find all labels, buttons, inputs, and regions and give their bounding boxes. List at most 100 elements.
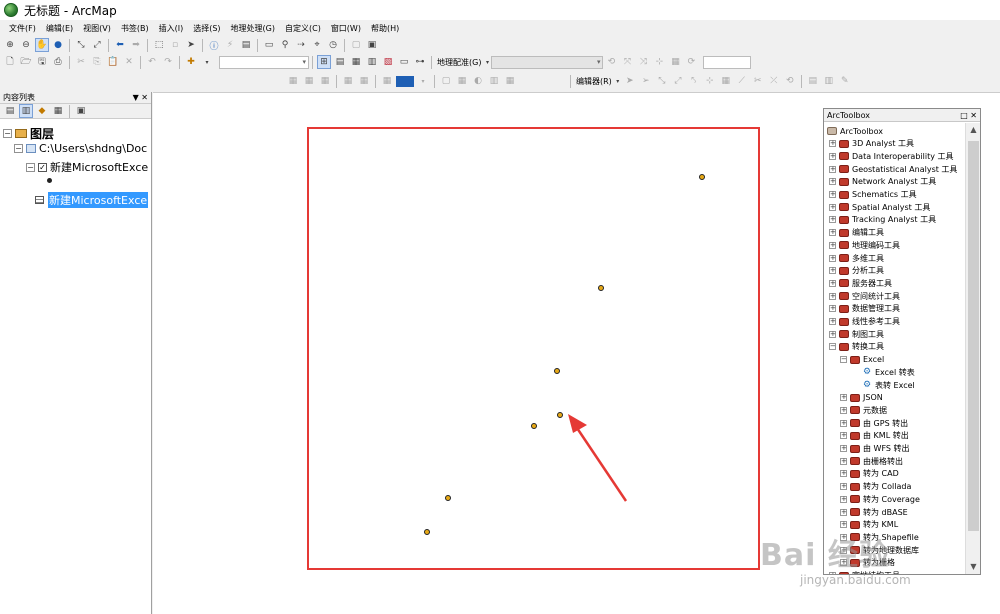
add-control-points-icon[interactable]: ⊹ (652, 55, 666, 69)
redo-icon[interactable]: ↷ (161, 55, 175, 69)
collapse-icon[interactable]: − (840, 356, 847, 364)
georeferencing-dropdown-icon[interactable]: ▾ (484, 55, 490, 69)
draw-shape-icon[interactable]: ▦ (341, 74, 355, 88)
layout-pan-icon[interactable]: ▦ (318, 74, 332, 88)
toolset-item[interactable]: + 数据管理工具 (829, 303, 900, 315)
expand-icon[interactable]: + (829, 279, 836, 287)
expand-icon[interactable]: + (829, 216, 836, 224)
effects-icon[interactable]: ◐ (471, 74, 485, 88)
georeferencing-layer-dropdown[interactable]: ▾ (491, 55, 604, 69)
toolset-item[interactable]: + 转为 CAD (840, 468, 899, 480)
toolset-item[interactable]: + 制图工具 (829, 328, 884, 340)
toolset-item[interactable]: + 分析工具 (829, 265, 884, 277)
layout-zoom-out-icon[interactable]: ▦ (302, 74, 316, 88)
delete-icon[interactable]: ✕ (122, 55, 136, 69)
point-layer-item[interactable]: − ✓ 新建MicrosoftExce (26, 159, 148, 175)
expand-icon[interactable]: + (829, 254, 836, 262)
expand-icon[interactable]: + (840, 483, 847, 491)
table-of-contents-icon[interactable]: ▤ (333, 55, 347, 69)
sketch-properties-icon[interactable]: ▥ (822, 74, 836, 88)
map-point[interactable] (424, 529, 430, 535)
pan-icon[interactable]: ✋ (35, 38, 49, 52)
expand-icon[interactable]: + (829, 178, 836, 186)
endpoint-arc-icon[interactable]: ⤢ (671, 74, 685, 88)
zoom-in-icon[interactable]: ⊕ (3, 38, 17, 52)
link-table-icon[interactable]: ▦ (668, 55, 682, 69)
scroll-down-icon[interactable]: ▼ (966, 560, 981, 574)
toolset-item[interactable]: + 转为 Collada (840, 481, 911, 493)
go-to-xy-icon[interactable]: ⌖ (310, 38, 324, 52)
magnifier-icon[interactable]: ▣ (365, 38, 379, 52)
cut-polygons-icon[interactable]: ✂ (751, 74, 765, 88)
menu-edit[interactable]: 编辑(E) (41, 23, 78, 34)
html-popup-icon[interactable]: ▤ (239, 38, 253, 52)
toolset-item[interactable]: + 空间统计工具 (829, 290, 900, 302)
menu-geoprocessing[interactable]: 地理处理(G) (226, 23, 280, 34)
add-data-dropdown-icon[interactable]: ▾ (200, 55, 214, 69)
select-arrow-icon[interactable]: ➤ (184, 38, 198, 52)
rotate-icon[interactable]: ⟲ (604, 55, 618, 69)
expand-icon[interactable]: + (840, 508, 847, 516)
shift-icon[interactable]: ⤧ (620, 55, 634, 69)
model-builder-icon[interactable]: ⊶ (413, 55, 427, 69)
expand-icon[interactable]: + (840, 457, 847, 465)
fixed-zoom-in-icon[interactable]: ⤡ (74, 38, 88, 52)
menu-customize[interactable]: 自定义(C) (280, 23, 326, 34)
layers-root[interactable]: − 图层 (3, 125, 54, 142)
arctoolbox-window-controls[interactable]: □ ✕ (960, 111, 977, 120)
print-icon[interactable]: ⎙ (51, 55, 65, 69)
toolset-item[interactable]: + Network Analyst 工具 (829, 176, 936, 188)
edit-vertices-icon[interactable]: ▦ (719, 74, 733, 88)
draw-text-icon[interactable]: ▦ (357, 74, 371, 88)
reshape-icon[interactable]: ⟋ (735, 74, 749, 88)
paste-icon[interactable]: 📋 (106, 55, 120, 69)
expand-icon[interactable]: + (840, 419, 847, 427)
trace-icon[interactable]: ⤣ (687, 74, 701, 88)
expand-icon[interactable]: + (829, 267, 836, 275)
list-by-selection-icon[interactable]: ▦ (51, 104, 65, 118)
fixed-zoom-out-icon[interactable]: ⤢ (90, 38, 104, 52)
collapse-icon[interactable]: − (829, 343, 836, 351)
map-point[interactable] (699, 174, 705, 180)
back-extent-icon[interactable]: ⬅ (113, 38, 127, 52)
add-data-icon[interactable]: ✚ (184, 55, 198, 69)
tool-item[interactable]: ⚙ 表转 Excel (863, 379, 915, 391)
menu-view[interactable]: 视图(V) (78, 23, 116, 34)
color-dropdown-icon[interactable]: ▾ (416, 74, 430, 88)
map-point[interactable] (445, 495, 451, 501)
collapse-icon[interactable]: − (26, 162, 35, 172)
toolset-item[interactable]: + 转为 KML (840, 519, 898, 531)
toolset-item[interactable]: + 由 WFS 转出 (840, 443, 910, 455)
editor-toolbar-icon[interactable]: ⊞ (317, 55, 331, 69)
menu-insert[interactable]: 插入(I) (154, 23, 189, 34)
toolset-item[interactable]: + 编辑工具 (829, 227, 884, 239)
arctoolbox-scrollbar[interactable]: ▲ ▼ (965, 123, 980, 574)
adjust-transparency-icon[interactable]: ▥ (487, 74, 501, 88)
toolset-item[interactable]: + 元数据 (840, 404, 887, 416)
full-extent-icon[interactable]: ● (51, 38, 65, 52)
new-document-icon[interactable]: 🗋 (3, 55, 17, 69)
list-by-drawing-order-icon[interactable]: ▤ (3, 104, 17, 118)
identify-icon[interactable]: ⓘ (207, 38, 221, 52)
expand-icon[interactable]: + (840, 470, 847, 478)
expand-icon[interactable]: + (829, 318, 836, 325)
menu-file[interactable]: 文件(F) (4, 23, 41, 34)
expand-icon[interactable]: + (829, 140, 836, 148)
create-features-icon[interactable]: ✎ (838, 74, 852, 88)
editor-dropdown-icon[interactable]: ▾ (615, 74, 621, 88)
expand-icon[interactable]: + (829, 165, 836, 173)
layout-zoom-in-icon[interactable]: ▦ (286, 74, 300, 88)
toolset-item[interactable]: + Spatial Analyst 工具 (829, 201, 930, 213)
menu-selection[interactable]: 选择(S) (188, 23, 225, 34)
toolset-item[interactable]: + Geostatistical Analyst 工具 (829, 163, 957, 175)
expand-icon[interactable]: + (840, 406, 847, 414)
toolset-item[interactable]: − 转换工具 (829, 341, 884, 353)
map-point[interactable] (598, 285, 604, 291)
open-folder-icon[interactable]: 🗁 (19, 55, 33, 69)
menu-help[interactable]: 帮助(H) (366, 23, 404, 34)
layer-visibility-checkbox[interactable]: ✓ (38, 162, 47, 172)
toolset-item[interactable]: + Data Interoperability 工具 (829, 150, 954, 162)
expand-icon[interactable]: + (829, 305, 836, 313)
toolset-item[interactable]: + 由 GPS 转出 (840, 417, 908, 429)
time-slider-icon[interactable]: ◷ (326, 38, 340, 52)
